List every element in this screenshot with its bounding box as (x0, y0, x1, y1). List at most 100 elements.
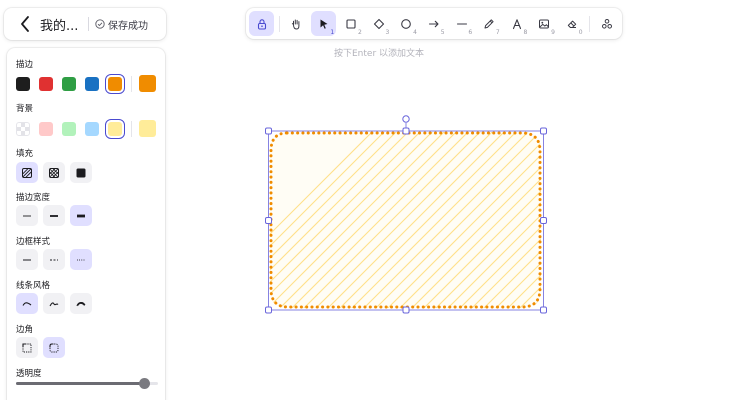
stroke-style-dotted-button[interactable] (70, 249, 92, 270)
check-circle-icon (95, 19, 105, 29)
eraser-tool-button[interactable]: 0 (560, 11, 585, 36)
edges-options (16, 337, 70, 358)
save-status-text: 保存成功 (108, 20, 148, 32)
resize-handle-e[interactable] (540, 217, 547, 224)
cursor-arrow-icon (320, 19, 328, 29)
dotted-line-icon (77, 259, 85, 260)
draw-tool-button[interactable]: 7 (477, 11, 502, 36)
edges-round-button[interactable] (43, 337, 65, 358)
cross-hatch-fill-icon (49, 167, 59, 178)
lock-icon (257, 18, 266, 30)
stroke-color-red[interactable] (39, 76, 53, 91)
hand-tool-button[interactable] (284, 11, 309, 36)
rotation-handle[interactable] (402, 115, 410, 123)
back-chevron-icon[interactable] (14, 13, 36, 35)
stroke-color-orange[interactable] (105, 73, 125, 94)
resize-handle-s[interactable] (402, 306, 410, 314)
architect-curve-icon (22, 301, 32, 306)
resize-handle-ne[interactable] (540, 127, 547, 135)
rectangle-icon (346, 18, 356, 29)
arrow-tool-button[interactable]: 5 (422, 11, 447, 36)
stroke-label: 描边 (16, 60, 34, 70)
fill-label: 填充 (16, 149, 34, 159)
toolbar-divider (589, 15, 591, 32)
lock-tool-button[interactable] (249, 11, 274, 36)
hand-icon (291, 19, 300, 30)
pencil-icon (484, 18, 494, 28)
dashed-line-icon (50, 259, 58, 260)
sloppiness-architect-button[interactable] (16, 293, 38, 314)
shortcut-key: 6 (468, 29, 473, 36)
slider-thumb[interactable] (139, 378, 150, 389)
rectangle-tool-button[interactable]: 2 (339, 11, 364, 36)
image-icon (539, 19, 550, 28)
line-tool-button[interactable]: 6 (449, 11, 474, 36)
edges-sharp-button[interactable] (16, 337, 38, 358)
sloppiness-label: 线条风格 (16, 281, 51, 291)
toolbar-divider (278, 15, 280, 32)
fill-hachure-button[interactable] (16, 162, 38, 183)
text-icon (512, 18, 521, 29)
shortcut-key: 1 (330, 29, 335, 36)
background-current-color[interactable] (139, 120, 156, 137)
resize-handle-nw[interactable] (265, 127, 272, 135)
background-color-transparent[interactable] (16, 121, 30, 136)
properties-panel: 描边 背景 填充 描边宽度 边框样式 线条风格 边角 透明度 (7, 48, 165, 400)
hachure-fill (270, 132, 541, 308)
stroke-color-green[interactable] (62, 76, 76, 91)
ellipse-tool-button[interactable]: 4 (394, 11, 419, 36)
stroke-width-extra-bold-button[interactable] (70, 205, 92, 226)
stroke-width-bold-button[interactable] (43, 205, 65, 226)
save-status: 保存成功 (95, 17, 148, 32)
swatch-divider (131, 120, 132, 137)
diamond-tool-button[interactable]: 3 (366, 11, 391, 36)
diamond-icon (373, 18, 384, 29)
background-color-green[interactable] (62, 121, 76, 136)
hachure-fill-icon (22, 167, 32, 178)
shortcut-key: 8 (523, 29, 528, 36)
stroke-color-blue[interactable] (85, 76, 99, 91)
fill-options (16, 162, 97, 183)
title-card: 我的... 保存成功 (4, 8, 166, 40)
stroke-color-black[interactable] (16, 76, 30, 91)
title-divider (88, 17, 89, 31)
fill-solid-button[interactable] (70, 162, 92, 183)
bold-line-icon (50, 214, 58, 217)
stroke-style-solid-button[interactable] (16, 249, 38, 270)
resize-handle-n[interactable] (402, 127, 410, 135)
sloppiness-artist-button[interactable] (43, 293, 65, 314)
solid-line-icon (23, 259, 31, 260)
canvas-rectangle-shape[interactable] (262, 112, 552, 318)
document-title[interactable]: 我的... (40, 15, 80, 34)
shortcut-key: 2 (357, 29, 362, 36)
stroke-current-color[interactable] (139, 75, 156, 92)
thin-line-icon (23, 215, 31, 216)
shapes-icon (601, 18, 612, 29)
text-tool-button[interactable]: 8 (504, 11, 529, 36)
fill-cross-hatch-button[interactable] (43, 162, 65, 183)
stroke-style-label: 边框样式 (16, 237, 51, 247)
background-color-yellow[interactable] (105, 118, 125, 139)
background-color-red[interactable] (39, 121, 53, 136)
shortcut-key: 5 (440, 29, 445, 36)
image-tool-button[interactable]: 9 (532, 11, 557, 36)
stroke-style-dashed-button[interactable] (43, 249, 65, 270)
sloppiness-cartoonist-button[interactable] (70, 293, 92, 314)
resize-handle-sw[interactable] (265, 306, 272, 314)
more-tools-button[interactable] (594, 11, 619, 36)
resize-handle-se[interactable] (540, 306, 547, 314)
shortcut-key: 3 (385, 29, 390, 36)
stroke-width-thin-button[interactable] (16, 205, 38, 226)
stroke-color-row (16, 73, 165, 94)
ellipse-icon (401, 18, 412, 29)
shortcut-key: 7 (495, 29, 500, 36)
selection-tool-button[interactable]: 1 (311, 11, 337, 36)
canvas-hint: 按下Enter 以添加文本 (334, 49, 425, 59)
resize-handle-w[interactable] (265, 217, 272, 224)
artist-curve-icon (49, 301, 59, 306)
extra-bold-line-icon (77, 214, 85, 217)
opacity-slider[interactable] (16, 377, 158, 389)
arrow-right-icon (429, 20, 439, 27)
background-color-blue[interactable] (85, 121, 99, 136)
round-corner-icon (49, 342, 59, 352)
